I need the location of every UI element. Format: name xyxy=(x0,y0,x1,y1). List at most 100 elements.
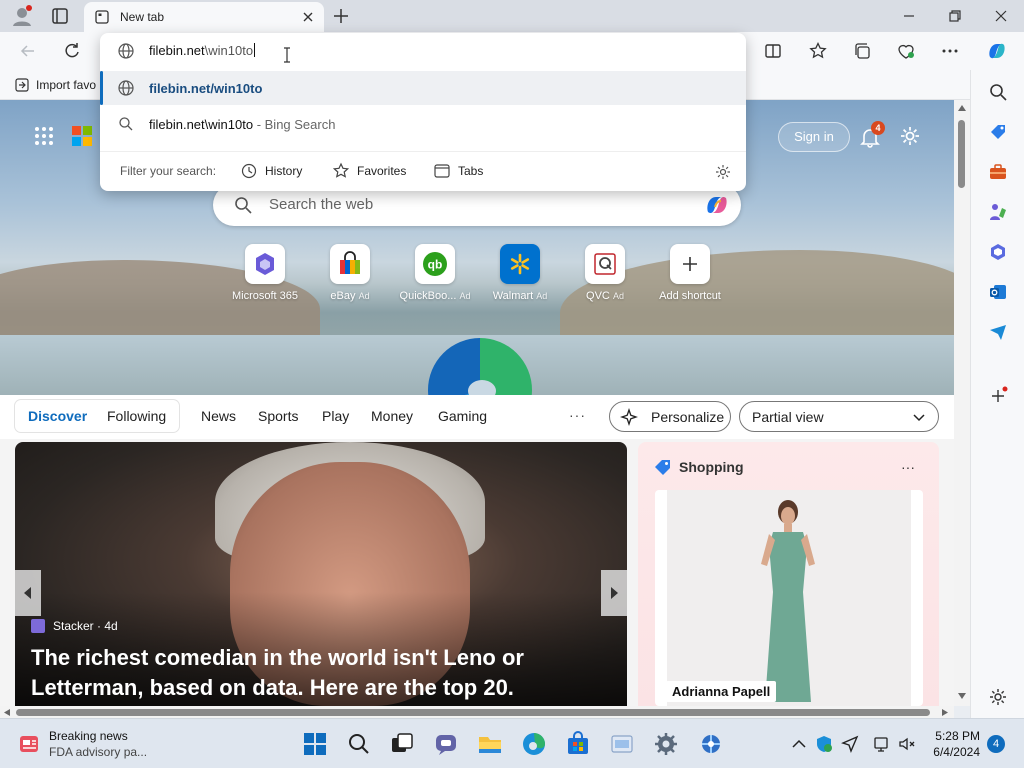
clock-date: 6/4/2024 xyxy=(933,745,980,759)
nav-money[interactable]: Money xyxy=(371,408,413,424)
teams-chat-icon[interactable] xyxy=(433,731,459,757)
start-icon[interactable] xyxy=(302,731,328,757)
personalize-button[interactable]: Personalize xyxy=(609,401,731,432)
shortcut-tile xyxy=(670,244,710,284)
more-topics-button[interactable]: ··· xyxy=(569,407,586,423)
import-favorites-link[interactable]: Import favo xyxy=(14,77,96,93)
taskbar-search-icon[interactable] xyxy=(346,731,372,757)
close-tab-icon[interactable] xyxy=(300,9,316,25)
shortcut-ebay[interactable]: eBay Ad xyxy=(305,244,395,302)
task-view-icon[interactable] xyxy=(389,731,415,757)
security-shield-icon[interactable] xyxy=(815,735,833,753)
page-settings-icon[interactable] xyxy=(899,125,921,147)
copilot-icon[interactable] xyxy=(703,192,731,218)
tools-icon[interactable] xyxy=(988,162,1008,182)
settings-app-icon[interactable] xyxy=(653,731,679,757)
shopping-more-button[interactable]: ··· xyxy=(901,459,915,475)
text-cursor-icon xyxy=(284,47,290,63)
nav-play[interactable]: Play xyxy=(322,408,349,424)
tab-actions-icon[interactable] xyxy=(50,6,70,26)
qvc-icon xyxy=(594,253,616,275)
scroll-right-icon[interactable] xyxy=(941,708,949,717)
news-widget-title: Breaking news xyxy=(49,729,128,743)
copilot-icon[interactable] xyxy=(985,39,1009,63)
refresh-icon[interactable] xyxy=(62,41,82,61)
dev-app-icon[interactable] xyxy=(698,731,724,757)
notification-center-badge[interactable]: 4 xyxy=(987,735,1005,753)
app-launcher-icon[interactable] xyxy=(34,126,54,146)
suggestion-search-text: filebin.net\win10to - Bing Search xyxy=(149,117,336,132)
scroll-left-icon[interactable] xyxy=(3,708,11,717)
search-settings-icon[interactable] xyxy=(714,163,732,181)
close-window-icon[interactable] xyxy=(991,6,1011,26)
location-icon[interactable] xyxy=(841,735,859,753)
microsoft-365-icon[interactable] xyxy=(988,242,1008,262)
app-window-icon[interactable] xyxy=(609,731,635,757)
network-icon[interactable] xyxy=(873,735,891,753)
drop-icon[interactable] xyxy=(988,322,1008,342)
split-screen-icon[interactable] xyxy=(763,41,783,61)
shortcut-walmart[interactable]: Walmart Ad xyxy=(475,244,565,302)
shortcut-qvc[interactable]: QVC Ad xyxy=(560,244,650,302)
add-shortcut-button[interactable]: Add shortcut xyxy=(645,244,735,302)
file-explorer-icon[interactable] xyxy=(477,731,503,757)
vertical-scroll-thumb[interactable] xyxy=(958,120,965,188)
filter-history[interactable]: History xyxy=(240,162,302,180)
suggestion-url-text: filebin.net/win10to xyxy=(149,81,263,96)
sign-in-button[interactable]: Sign in xyxy=(778,122,850,152)
system-clock[interactable]: 5:28 PM 6/4/2024 xyxy=(930,728,980,760)
carousel-prev-button[interactable] xyxy=(15,570,41,616)
widgets-button[interactable]: Breaking news FDA advisory pa... xyxy=(16,727,196,761)
address-bar[interactable]: filebin.net\win10to xyxy=(100,33,746,69)
quickbooks-icon: qb xyxy=(423,252,447,276)
feed-navigation: Discover Following News Sports Play Mone… xyxy=(0,395,954,439)
carousel-next-button[interactable] xyxy=(601,570,627,616)
view-select[interactable]: Partial view xyxy=(739,401,939,432)
outlook-icon[interactable] xyxy=(988,282,1008,302)
plus-icon xyxy=(683,257,697,271)
favorites-icon[interactable] xyxy=(808,41,828,61)
nav-sports[interactable]: Sports xyxy=(258,408,298,424)
walmart-spark-icon xyxy=(510,253,530,275)
scroll-up-icon[interactable] xyxy=(957,104,967,112)
shortcut-quickbooks[interactable]: qb QuickBoo... Ad xyxy=(390,244,480,302)
nav-news[interactable]: News xyxy=(201,408,236,424)
add-sidebar-app-icon[interactable] xyxy=(988,386,1008,406)
tab-new-tab[interactable]: New tab xyxy=(84,2,324,32)
shortcut-microsoft-365[interactable]: Microsoft 365 xyxy=(220,244,310,302)
volume-muted-icon[interactable] xyxy=(898,735,916,753)
horizontal-scrollbar[interactable] xyxy=(0,706,954,718)
edge-taskbar-icon[interactable] xyxy=(521,731,547,757)
sidebar-settings-icon[interactable] xyxy=(988,687,1008,707)
profile-icon[interactable] xyxy=(10,4,34,28)
scroll-down-icon[interactable] xyxy=(957,692,967,700)
story-headline[interactable]: The richest comedian in the world isn't … xyxy=(31,643,591,703)
horizontal-scroll-thumb[interactable] xyxy=(16,709,930,716)
import-icon xyxy=(15,78,29,92)
suggestion-url[interactable]: filebin.net/win10to xyxy=(100,71,746,105)
filter-favorites[interactable]: Favorites xyxy=(332,162,406,180)
browser-essentials-icon[interactable] xyxy=(896,41,916,61)
minimize-icon[interactable] xyxy=(899,6,919,26)
collections-icon[interactable] xyxy=(852,41,872,61)
filter-history-label: History xyxy=(265,164,303,178)
suggestion-search[interactable]: filebin.net\win10to - Bing Search xyxy=(100,107,746,141)
filter-tabs[interactable]: Tabs xyxy=(433,162,483,180)
tab-following[interactable]: Following xyxy=(107,408,166,424)
filter-tabs-label: Tabs xyxy=(458,164,484,178)
show-hidden-icons-chevron-up-icon[interactable] xyxy=(790,735,808,753)
new-tab-icon[interactable] xyxy=(331,6,351,26)
nav-gaming[interactable]: Gaming xyxy=(438,408,487,424)
back-icon[interactable] xyxy=(18,41,38,61)
microsoft-store-icon[interactable] xyxy=(565,731,591,757)
vertical-scrollbar[interactable] xyxy=(954,100,970,706)
search-icon[interactable] xyxy=(988,82,1008,102)
story-source[interactable]: Stacker · 4d xyxy=(31,619,118,633)
restore-icon[interactable] xyxy=(945,6,965,26)
more-options-icon[interactable] xyxy=(940,41,960,61)
games-icon[interactable] xyxy=(988,202,1008,222)
product-image[interactable] xyxy=(655,490,923,706)
top-story-card[interactable]: Stacker · 4d The richest comedian in the… xyxy=(15,442,627,706)
tab-discover[interactable]: Discover xyxy=(28,408,87,424)
shopping-tag-icon[interactable] xyxy=(988,122,1008,142)
